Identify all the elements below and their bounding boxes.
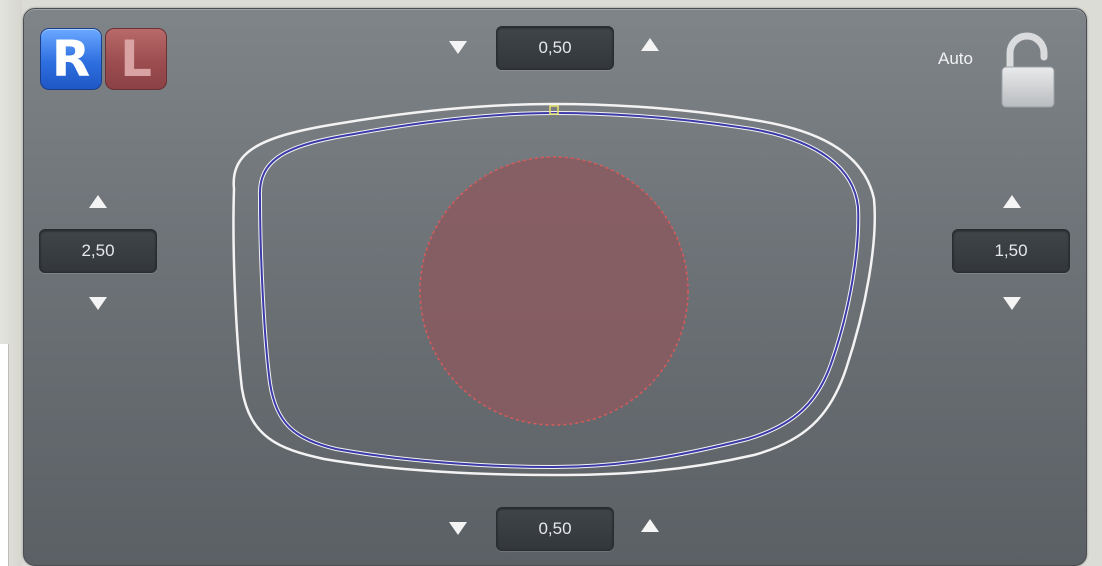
side-list-fragment [0,344,9,566]
optical-zone-circle [419,156,689,426]
lens-shape-canvas [232,102,877,477]
background-strip [0,0,22,566]
lens-edge-panel: R L 0,50 0,50 2,50 1,50 Auto [23,8,1087,566]
